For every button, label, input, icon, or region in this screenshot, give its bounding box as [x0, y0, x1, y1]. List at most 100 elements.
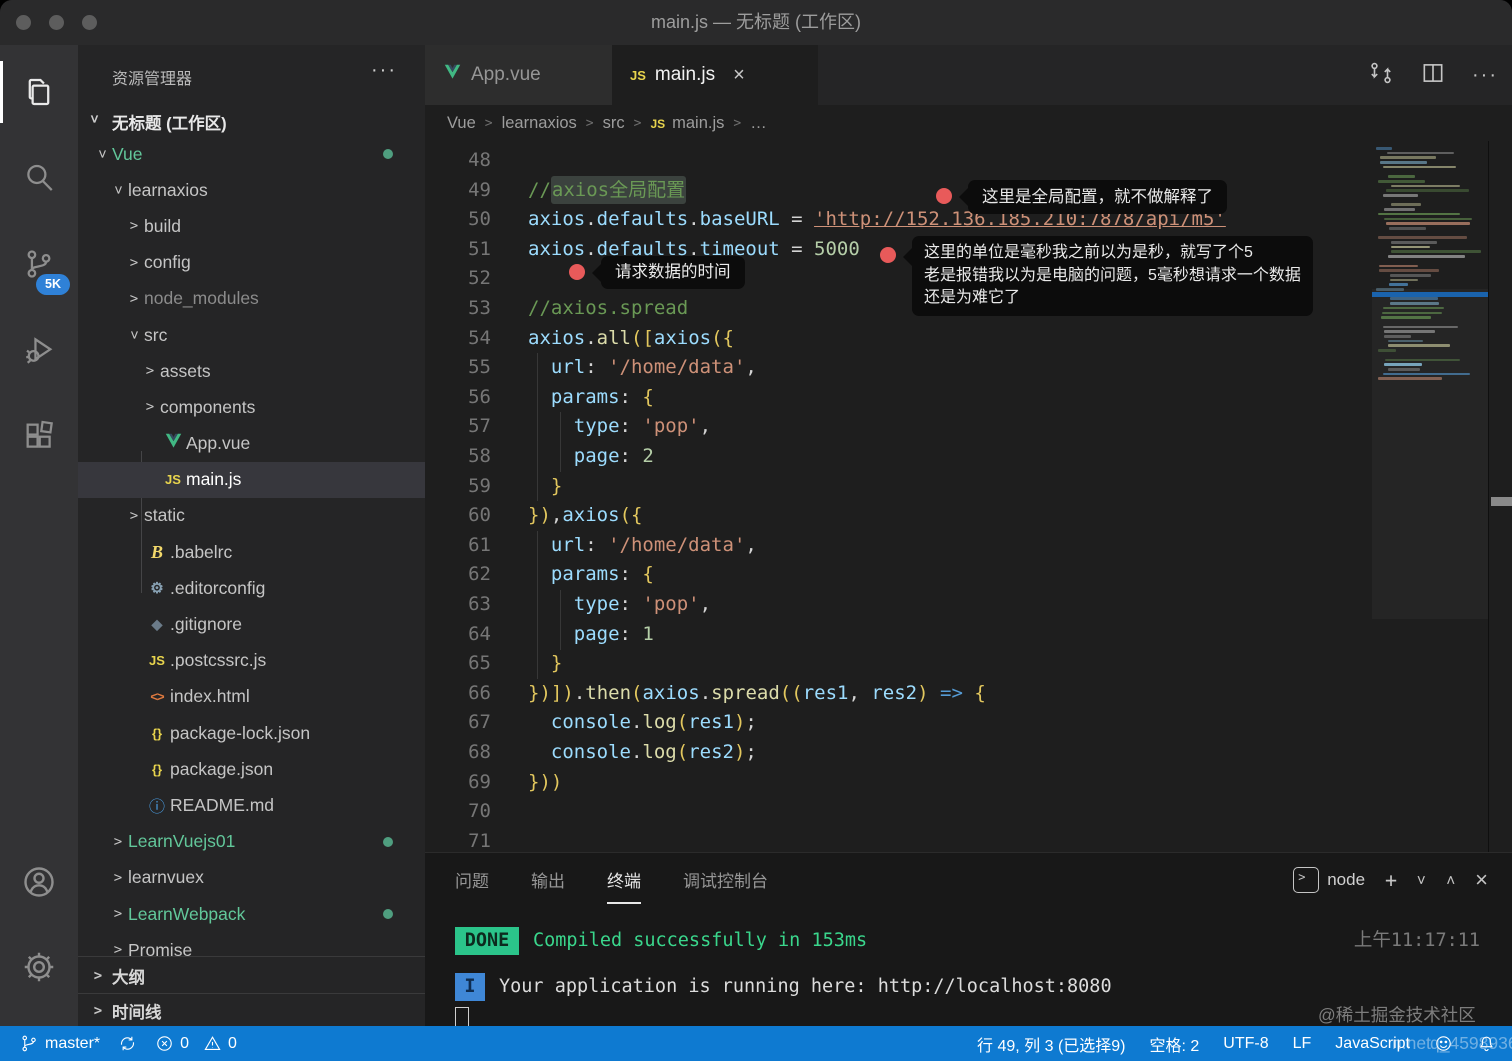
cursor-position-item[interactable]: 行 49, 列 3 (已选择9) — [977, 1032, 1125, 1056]
tree-item-package-lock-json[interactable]: {} package-lock.json — [78, 715, 425, 751]
tree-item-gitignore[interactable]: ◆ .gitignore — [78, 606, 425, 642]
tree-item-components[interactable]: > components — [78, 389, 425, 425]
close-tab-icon[interactable]: × — [733, 64, 745, 87]
activity-bar: 5K — [0, 45, 78, 1026]
tree-item-vue[interactable]: > Vue — [78, 136, 425, 172]
tree-item-postcssrc-js[interactable]: JS .postcssrc.js — [78, 643, 425, 679]
breadcrumb: Vue > learnaxios > src > JS main.js >… — [425, 105, 1512, 141]
tab-main-js[interactable]: JS main.js × — [612, 45, 818, 105]
panel-tab-[interactable]: 终端 — [607, 867, 641, 904]
code-editor[interactable]: 这里是全局配置，就不做解释了 这里的单位是毫秒我之前以为是秒，就写了个5 老是报错… — [425, 141, 1512, 852]
panel-tab-[interactable]: 问题 — [455, 867, 489, 904]
timeline-section-header[interactable]: > 时间线 — [78, 993, 425, 1027]
tree-item-promise[interactable]: > Promise — [78, 932, 425, 956]
annotation-dot — [880, 247, 896, 263]
maximize-panel-icon[interactable]: > — [1442, 875, 1460, 884]
problems-item[interactable]: 0 0 — [155, 1034, 237, 1053]
notifications-bell-icon[interactable] — [1477, 1034, 1496, 1053]
terminal-dropdown-icon[interactable]: > — [1413, 875, 1431, 884]
file-label: static — [144, 505, 185, 526]
workspace-section-header[interactable]: > 无标题 (工作区) — [78, 107, 425, 139]
chevron-right-icon: > — [484, 115, 493, 131]
search-icon[interactable] — [0, 139, 78, 217]
close-panel-icon[interactable]: × — [1475, 867, 1488, 893]
title-bar: main.js — 无标题 (工作区) — [0, 0, 1512, 45]
code-line-58: 58 page: 2 — [425, 442, 1512, 472]
breadcrumb-item-learnaxios[interactable]: learnaxios — [502, 114, 577, 133]
tree-item-learnvuejs01[interactable]: > LearnVuejs01 — [78, 824, 425, 860]
breadcrumb-item-[interactable]: … — [750, 114, 767, 133]
file-label: index.html — [170, 686, 250, 707]
branch-name: master* — [45, 1034, 101, 1052]
tree-item-node-modules[interactable]: > node_modules — [78, 281, 425, 317]
terminal-timestamp: 上午11:17:11 — [1353, 930, 1480, 951]
line-number: 56 — [468, 385, 491, 408]
code-line-59: 59 } — [425, 472, 1512, 502]
panel-tab-[interactable]: 输出 — [531, 867, 565, 904]
tree-item-build[interactable]: > build — [78, 208, 425, 244]
breadcrumb-item-main-js[interactable]: JS main.js — [650, 114, 724, 133]
tree-item-config[interactable]: > config — [78, 245, 425, 281]
tree-item-app-vue[interactable]: App.vue — [78, 426, 425, 462]
explorer-more-actions-icon[interactable]: ··· — [371, 59, 397, 82]
chevron-right-icon: > — [129, 254, 139, 271]
status-bar: master* 0 0 行 49, 列 3 (已选择9) 空格: 2 UTF-8… — [0, 1026, 1512, 1061]
tree-item-main-js[interactable]: JS main.js — [78, 461, 425, 498]
tree-item-readme-md[interactable]: ⓘ README.md — [78, 787, 425, 823]
tree-item-editorconfig[interactable]: ⚙ .editorconfig — [78, 570, 425, 606]
split-editor-icon[interactable] — [1420, 60, 1446, 91]
file-label: build — [144, 215, 181, 236]
git-branch-item[interactable]: master* — [20, 1034, 100, 1053]
tab-label: App.vue — [471, 64, 541, 85]
terminal-output[interactable]: DONE Compiled successfully in 153ms 上午11… — [425, 913, 1512, 1030]
more-actions-icon[interactable]: ··· — [1472, 64, 1498, 87]
source-control-icon[interactable]: 5K — [0, 225, 78, 303]
new-terminal-icon[interactable]: + — [1385, 868, 1397, 892]
tree-item-learnwebpack[interactable]: > LearnWebpack — [78, 896, 425, 932]
settings-gear-icon[interactable] — [0, 928, 78, 1006]
terminal-shell-label[interactable]: node — [1327, 870, 1365, 890]
panel-tab-[interactable]: 调试控制台 — [683, 867, 768, 904]
running-message: Your application is running here: http:/… — [499, 976, 1112, 997]
breadcrumb-item-vue[interactable]: Vue — [447, 114, 476, 133]
timeline-label: 时间线 — [112, 1003, 162, 1022]
code-line-55: 55 url: '/home/data', — [425, 353, 1512, 383]
file-label: assets — [160, 360, 211, 381]
language-mode-item[interactable]: JavaScript — [1335, 1035, 1410, 1053]
line-number: 55 — [468, 356, 491, 379]
tree-item-learnaxios[interactable]: > learnaxios — [78, 172, 425, 208]
outline-section-header[interactable]: > 大纲 — [78, 956, 425, 994]
line-number: 67 — [468, 711, 491, 734]
chevron-down-icon: > — [110, 186, 126, 195]
tree-item-learnvuex[interactable]: > learnvuex — [78, 860, 425, 896]
line-number: 59 — [468, 474, 491, 497]
eol-item[interactable]: LF — [1293, 1035, 1312, 1053]
explorer-sidebar: 资源管理器 ··· > 无标题 (工作区) > Vue > learnaxios > bu… — [78, 45, 425, 1027]
breadcrumb-item-src[interactable]: src — [603, 114, 625, 133]
tree-item-babelrc[interactable]: B .babelrc — [78, 534, 425, 570]
tree-item-src[interactable]: > src — [78, 317, 425, 353]
tree-item-static[interactable]: > static — [78, 498, 425, 534]
tab-app-vue[interactable]: App.vue — [425, 45, 612, 105]
chevron-right-icon: > — [585, 115, 594, 131]
indentation-item[interactable]: 空格: 2 — [1150, 1032, 1200, 1056]
editor-tab-bar: App.vue JS main.js × ··· — [425, 45, 1512, 105]
extensions-icon[interactable] — [0, 397, 78, 475]
chevron-down-icon: > — [94, 149, 110, 159]
explorer-icon[interactable] — [0, 53, 78, 131]
tree-item-assets[interactable]: > assets — [78, 353, 425, 389]
sync-changes-icon[interactable] — [118, 1034, 137, 1053]
run-debug-icon[interactable] — [0, 311, 78, 389]
js-file-icon: JS — [650, 116, 666, 131]
account-icon[interactable] — [0, 843, 78, 921]
code-line-62: 62 params: { — [425, 560, 1512, 590]
chevron-right-icon: > — [129, 507, 139, 524]
tree-item-package-json[interactable]: {} package.json — [78, 751, 425, 787]
chevron-right-icon: > — [129, 218, 139, 235]
feedback-smiley-icon[interactable] — [1434, 1034, 1453, 1053]
line-number: 60 — [468, 504, 491, 527]
encoding-item[interactable]: UTF-8 — [1223, 1035, 1268, 1053]
file-label: src — [144, 324, 168, 345]
tree-item-index-html[interactable]: <> index.html — [78, 679, 425, 715]
open-changes-icon[interactable] — [1368, 60, 1394, 91]
